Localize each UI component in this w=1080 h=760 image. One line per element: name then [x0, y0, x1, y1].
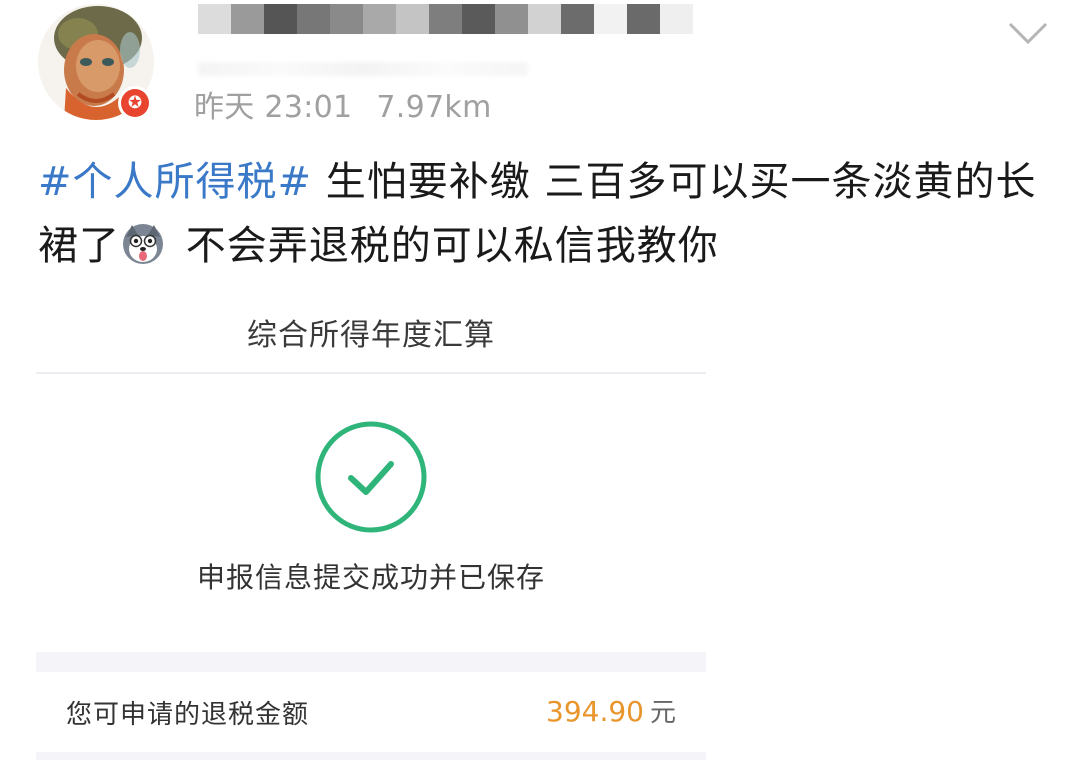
check-circle-icon [314, 420, 428, 534]
refund-amount: 394.90 [546, 695, 644, 728]
post-image[interactable]: 综合所得年度汇算 申报信息提交成功并已保存 您可申请的退税金额 394.90 元 [36, 290, 706, 760]
refund-row: 您可申请的退税金额 394.90 元 [36, 672, 706, 752]
refund-label: 您可申请的退税金额 [66, 700, 310, 730]
chevron-down-icon[interactable] [1006, 18, 1050, 48]
post-text-part2: 不会弄退税的可以私信我教你 [172, 223, 719, 269]
verified-star-icon: ✪ [121, 89, 149, 117]
verified-badge: ✪ [118, 86, 152, 120]
refund-value: 394.90 元 [546, 692, 676, 729]
post-distance[interactable]: 7.97km [376, 90, 491, 125]
post-meta: 昨天 23:01 7.97km [194, 82, 492, 126]
post-timestamp: 昨天 23:01 [194, 90, 353, 125]
section-separator [36, 652, 706, 672]
refund-unit: 元 [649, 698, 676, 728]
section-separator-bottom [36, 752, 706, 760]
username-redacted[interactable] [198, 4, 693, 34]
post-body: #个人所得税# 生怕要补缴 三百多可以买一条淡黄的长裙了 不会弄退税的可以私信我… [38, 150, 1038, 278]
divider [36, 372, 706, 374]
husky-emoji-icon [122, 220, 164, 264]
subtitle-redacted [198, 62, 528, 76]
weibo-post: ✪ 昨天 23:01 7.97km #个人所得税# 生怕要补缴 三百多可以买一条淡… [0, 0, 1080, 760]
hashtag-link[interactable]: #个人所得税# [38, 159, 312, 205]
card-title: 综合所得年度汇算 [247, 318, 495, 353]
status-text: 申报信息提交成功并已保存 [196, 561, 545, 594]
